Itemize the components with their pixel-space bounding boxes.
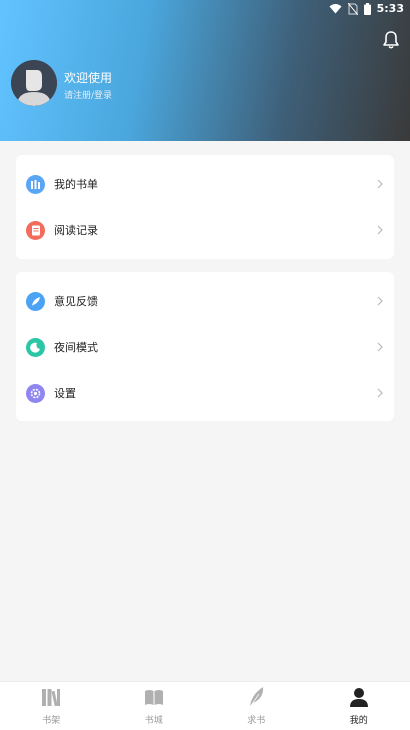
- menu-item-book-list[interactable]: 我的书单: [16, 161, 394, 207]
- tab-label-request-book: 求书: [247, 716, 266, 726]
- notification-bell-icon[interactable]: [381, 30, 401, 50]
- tab-profile[interactable]: 我的: [308, 682, 410, 730]
- menu-label-night-mode: 夜间模式: [54, 341, 98, 354]
- menu-card-library: 我的书单 阅读记录: [16, 155, 394, 259]
- menu-item-night-mode[interactable]: 夜间模式: [16, 324, 394, 370]
- menu-item-reading-history[interactable]: 阅读记录: [16, 207, 394, 253]
- book-list-icon: [26, 174, 45, 194]
- chevron-right-icon: [377, 225, 383, 235]
- login-link[interactable]: 请注册/登录: [64, 88, 112, 101]
- profile-person-icon: [349, 688, 368, 707]
- tab-label-profile: 我的: [349, 716, 368, 726]
- request-book-icon: [249, 687, 264, 708]
- tab-label-bookstore: 书城: [144, 716, 163, 726]
- menu-item-settings[interactable]: 设置: [16, 370, 394, 416]
- settings-gear-icon: [26, 383, 45, 403]
- night-mode-icon: [26, 337, 45, 357]
- bottom-tab-bar: 书架 书城 求书 我的: [0, 681, 410, 730]
- bookstore-icon: [144, 690, 163, 705]
- chevron-right-icon: [377, 296, 383, 306]
- menu-label-feedback: 意见反馈: [54, 295, 98, 308]
- reading-history-icon: [26, 220, 45, 240]
- battery-icon: [363, 2, 371, 15]
- chevron-right-icon: [377, 342, 383, 352]
- chevron-right-icon: [377, 388, 383, 398]
- tab-bookshelf[interactable]: 书架: [0, 682, 103, 730]
- tab-bookstore[interactable]: 书城: [103, 682, 206, 730]
- menu-card-settings: 意见反馈 夜间模式 设置: [16, 272, 394, 421]
- menu-item-feedback[interactable]: 意见反馈: [16, 278, 394, 324]
- profile-header: 5:33 欢迎使用 请注册/登录: [0, 0, 410, 141]
- menu-label-settings: 设置: [54, 387, 76, 400]
- feedback-feather-icon: [26, 291, 45, 311]
- welcome-text: 欢迎使用: [64, 71, 113, 85]
- no-sim-icon: [347, 2, 358, 15]
- bookshelf-icon: [42, 689, 61, 707]
- status-time: 5:33: [376, 2, 404, 15]
- menu-label-book-list: 我的书单: [54, 178, 98, 191]
- default-avatar-icon: [11, 60, 57, 106]
- avatar[interactable]: [11, 60, 57, 106]
- wifi-icon: [329, 4, 342, 14]
- chevron-right-icon: [377, 179, 383, 189]
- menu-label-reading-history: 阅读记录: [54, 224, 98, 237]
- status-bar: 5:33: [0, 0, 410, 18]
- status-icons: 5:33: [329, 2, 404, 15]
- tab-request-book[interactable]: 求书: [205, 682, 308, 730]
- tab-label-bookshelf: 书架: [42, 716, 61, 726]
